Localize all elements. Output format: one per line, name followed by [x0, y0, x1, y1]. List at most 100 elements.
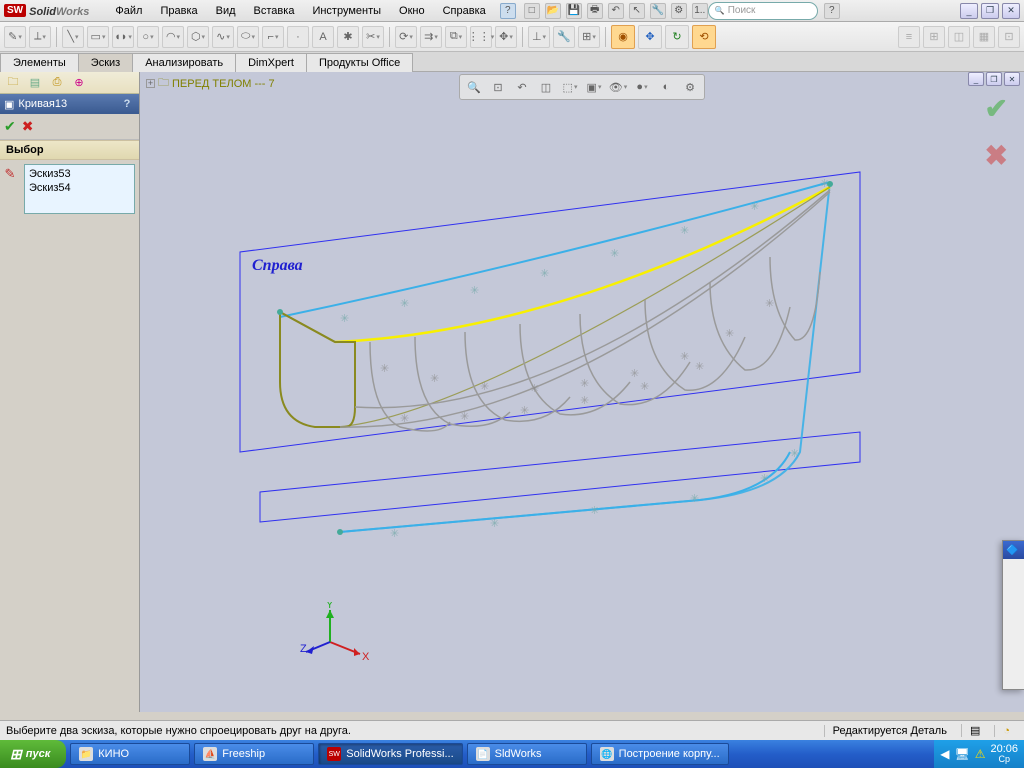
tab-evaluate[interactable]: Анализировать — [132, 53, 236, 72]
spline-icon[interactable]: ∿ — [212, 26, 234, 48]
open-icon[interactable]: 📂 — [545, 3, 561, 19]
fillet-icon[interactable]: ⌐ — [262, 26, 284, 48]
sketch-icon[interactable]: ✎ — [4, 26, 26, 48]
point-icon[interactable]: · — [287, 26, 309, 48]
options-icon[interactable]: ⚙ — [671, 3, 687, 19]
dimension-icon[interactable]: ⟂ — [29, 26, 51, 48]
task-kino[interactable]: 📁КИНО — [70, 743, 190, 765]
selection-row: ✎ Эскиз53 Эскиз54 — [0, 160, 139, 218]
search-box[interactable]: 🔍 — [708, 2, 818, 20]
text-icon[interactable]: A — [312, 26, 334, 48]
feature4-icon[interactable]: ⟲ — [692, 25, 716, 49]
tab-dimxpert[interactable]: DimXpert — [235, 53, 307, 72]
menu-insert[interactable]: Вставка — [246, 3, 303, 19]
rebuild-icon[interactable]: 🔧 — [650, 3, 666, 19]
svg-text:✳: ✳ — [340, 313, 349, 325]
popup-icon: 🔷 — [1006, 545, 1018, 556]
property-icon: ▣ — [4, 98, 14, 111]
tray-icon3[interactable]: ⚠ — [975, 747, 986, 761]
quick-snap-icon[interactable]: ⊞ — [578, 26, 600, 48]
feature3-icon[interactable]: ↻ — [665, 25, 689, 49]
undo-icon[interactable]: ↶ — [608, 3, 624, 19]
tool-a-icon[interactable]: ≡ — [898, 26, 920, 48]
tab-features[interactable]: Элементы — [0, 53, 79, 72]
convert-icon[interactable]: ⟳ — [395, 26, 417, 48]
help-icon[interactable]: ? — [500, 3, 516, 19]
selection-list[interactable]: Эскиз53 Эскиз54 — [24, 164, 135, 214]
menu-view[interactable]: Вид — [208, 3, 244, 19]
move-icon[interactable]: ✥ — [495, 26, 517, 48]
tool-d-icon[interactable]: ▦ — [973, 26, 995, 48]
fm-tab-dim-icon[interactable]: ⊕ — [70, 74, 88, 92]
line-icon[interactable]: ╲ — [62, 26, 84, 48]
command-tabs: Элементы Эскиз Анализировать DimXpert Пр… — [0, 52, 1024, 72]
more-icon[interactable]: 1.. — [692, 3, 708, 19]
task-sldworks[interactable]: 📄SldWorks — [467, 743, 587, 765]
feature1-icon[interactable]: ◉ — [611, 25, 635, 49]
cancel-icon[interactable]: ✖ — [22, 118, 34, 135]
tool-e-icon[interactable]: ⊡ — [998, 26, 1020, 48]
ellipse-icon[interactable]: ⬭ — [237, 26, 259, 48]
tray-clock[interactable]: 20:06 Ср — [990, 744, 1018, 764]
restore-button[interactable]: ❐ — [981, 3, 999, 19]
tray-icon2[interactable]: 🖥 — [954, 747, 969, 761]
tool-c-icon[interactable]: ◫ — [948, 26, 970, 48]
system-tray[interactable]: ◀ 🖥 ⚠ 20:06 Ср — [934, 740, 1024, 768]
graphics-viewport[interactable]: _ ❐ ✕ + 🗀 ПЕРЕД ТЕЛОМ --- 7 🔍 ⊡ ↶ ◫ ⬚ ▣ … — [140, 72, 1024, 712]
menu-file[interactable]: Файл — [107, 3, 150, 19]
relations-icon[interactable]: ⊥ — [528, 26, 550, 48]
start-button[interactable]: ⊞ пуск — [0, 740, 66, 768]
status-icon2[interactable]: ◔ — [994, 725, 1018, 737]
new-icon[interactable]: □ — [524, 3, 540, 19]
search-input[interactable] — [728, 5, 808, 16]
status-icon1[interactable]: ▤ — [961, 724, 988, 737]
help2-icon[interactable]: ? — [824, 3, 840, 19]
svg-text:✳: ✳ — [760, 473, 769, 485]
task-solidworks[interactable]: SWSolidWorks Professi... — [318, 743, 462, 765]
fm-tab-config-icon[interactable]: ⎙ — [48, 74, 66, 92]
offset-icon[interactable]: ⇉ — [420, 26, 442, 48]
arc-icon[interactable]: ◠ — [162, 26, 184, 48]
mirror-icon[interactable]: ⧉ — [445, 26, 467, 48]
folder-icon: 📁 — [79, 747, 93, 761]
task-freeship[interactable]: ⛵Freeship — [194, 743, 314, 765]
property-help-icon[interactable]: ? — [119, 98, 135, 110]
side-popup[interactable]: 🔷 — [1002, 540, 1024, 690]
trim-icon[interactable]: ✂ — [362, 26, 384, 48]
fm-tab-prop-icon[interactable]: ▤ — [26, 74, 44, 92]
tool-b-icon[interactable]: ⊞ — [923, 26, 945, 48]
tray-icon1[interactable]: ◀ — [940, 747, 949, 761]
list-item[interactable]: Эскиз54 — [27, 181, 132, 195]
list-item[interactable]: Эскиз53 — [27, 167, 132, 181]
repair-icon[interactable]: 🔧 — [553, 26, 575, 48]
feature2-icon[interactable]: ✥ — [638, 25, 662, 49]
confirm-ok-icon[interactable]: ✔ — [985, 92, 1008, 125]
search-icon: 🔍 — [715, 6, 725, 15]
plane-icon[interactable]: ✱ — [337, 26, 359, 48]
pattern-icon[interactable]: ⋮⋮ — [470, 26, 492, 48]
rect-icon[interactable]: ▭ — [87, 26, 109, 48]
circle-icon[interactable]: ○ — [137, 26, 159, 48]
menu-help[interactable]: Справка — [435, 3, 494, 19]
slot-icon[interactable]: ◖◗ — [112, 26, 134, 48]
popup-titlebar[interactable]: 🔷 — [1003, 541, 1024, 559]
start-label: пуск — [26, 748, 51, 760]
menu-tools[interactable]: Инструменты — [304, 3, 389, 19]
status-mode: Редактируется Деталь — [824, 725, 955, 737]
menu-edit[interactable]: Правка — [152, 3, 205, 19]
svg-text:✳: ✳ — [580, 378, 589, 390]
close-button[interactable]: ✕ — [1002, 3, 1020, 19]
tab-sketch[interactable]: Эскиз — [78, 53, 133, 72]
ok-icon[interactable]: ✔ — [4, 118, 16, 135]
save-icon[interactable]: 💾 — [566, 3, 582, 19]
tab-office[interactable]: Продукты Office — [306, 53, 413, 72]
print-icon[interactable]: 🖶 — [587, 3, 603, 19]
menu-window[interactable]: Окно — [391, 3, 433, 19]
confirm-cancel-icon[interactable]: ✖ — [985, 139, 1008, 172]
select-icon[interactable]: ↖ — [629, 3, 645, 19]
task-chrome[interactable]: 🌐Построение корпу... — [591, 743, 729, 765]
fm-tab-tree-icon[interactable]: 🗀 — [4, 74, 22, 92]
svg-text:✳: ✳ — [695, 361, 704, 373]
minimize-button[interactable]: _ — [960, 3, 978, 19]
polygon-icon[interactable]: ⬡ — [187, 26, 209, 48]
